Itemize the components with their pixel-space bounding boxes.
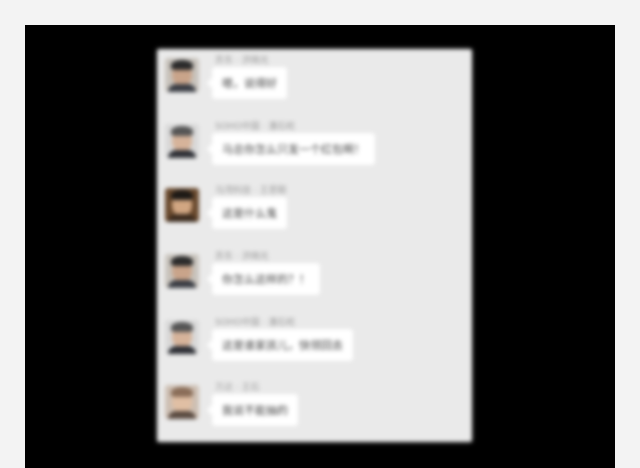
man-portrait-icon[interactable] <box>165 188 199 222</box>
message-bubble[interactable]: 嗯，说得好 <box>207 67 287 99</box>
chat-message: SOHO中国 · 潘石屹 马总你怎么只发一个红包啊！ <box>165 119 465 175</box>
chat-screen: 苏东 · 洪晓光 嗯，说得好 SOHO中国 · 潘石屹 马总你怎么只发一个红包啊… <box>157 49 472 442</box>
video-frame: 苏东 · 洪晓光 嗯，说得好 SOHO中国 · 潘石屹 马总你怎么只发一个红包啊… <box>25 25 615 468</box>
sender-name: SOHO中国 · 潘石屹 <box>215 318 296 328</box>
man-portrait-icon[interactable] <box>165 254 199 288</box>
chat-message: 苏东 · 洪晓光 嗯，说得好 <box>165 53 465 109</box>
message-bubble[interactable]: 我说不能抽的 <box>207 394 298 426</box>
chat-message: 马湾科技 · 王思聪 这是什么鬼 <box>165 183 465 239</box>
message-bubble[interactable]: 你怎么这样的？！ <box>207 263 320 295</box>
man-portrait-icon[interactable] <box>165 320 199 354</box>
sender-name: 万达 · 王石 <box>215 383 260 393</box>
sender-name: SOHO中国 · 潘石屹 <box>215 122 296 132</box>
chat-message: SOHO中国 · 潘石屹 这是谁家孩儿，快领回去 <box>165 315 465 371</box>
man-portrait-icon[interactable] <box>165 124 199 158</box>
sender-name: 苏东 · 洪晓光 <box>215 56 269 66</box>
sender-name: 马湾科技 · 王思聪 <box>215 186 287 196</box>
chat-message: 万达 · 王石 我说不能抽的 <box>165 380 465 436</box>
man-portrait-icon[interactable] <box>165 58 199 92</box>
message-bubble[interactable]: 这是谁家孩儿，快领回去 <box>207 329 353 361</box>
sender-name: 苏东 · 洪晓光 <box>215 252 269 262</box>
chat-message: 苏东 · 洪晓光 你怎么这样的？！ <box>165 249 465 305</box>
message-bubble[interactable]: 马总你怎么只发一个红包啊！ <box>207 133 375 165</box>
message-bubble[interactable]: 这是什么鬼 <box>207 197 287 229</box>
man-portrait-icon[interactable] <box>165 385 199 419</box>
